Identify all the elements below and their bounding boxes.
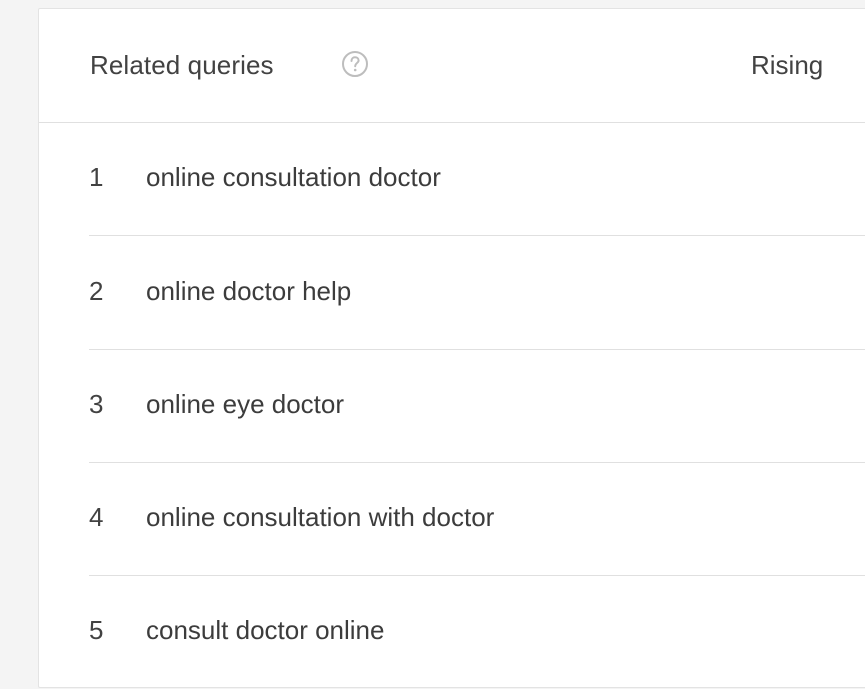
list-item[interactable]: 4 online consultation with doctor: [89, 462, 865, 575]
rank-number: 2: [89, 276, 104, 306]
list-item[interactable]: 3 online eye doctor: [89, 349, 865, 462]
rank-number: 3: [89, 389, 104, 419]
card-title: Related queries: [90, 50, 274, 80]
card-header: Related queries Rising: [39, 9, 865, 123]
related-queries-card: Related queries Rising 1 online consulta…: [38, 8, 865, 688]
rank-number: 1: [89, 162, 104, 192]
query-link[interactable]: online consultation with doctor: [146, 502, 494, 533]
query-link[interactable]: online consultation doctor: [146, 162, 441, 193]
rank-number: 5: [89, 615, 104, 645]
list-item[interactable]: 5 consult doctor online: [89, 575, 865, 688]
list-item[interactable]: 1 online consultation doctor: [89, 122, 865, 235]
query-link[interactable]: consult doctor online: [146, 615, 384, 646]
rank-number: 4: [89, 502, 104, 532]
query-link[interactable]: online eye doctor: [146, 389, 344, 420]
help-circle-icon[interactable]: [341, 50, 369, 78]
list-item[interactable]: 2 online doctor help: [89, 236, 865, 349]
filter-dropdown-rising[interactable]: Rising: [751, 50, 823, 81]
query-link[interactable]: online doctor help: [146, 276, 351, 307]
